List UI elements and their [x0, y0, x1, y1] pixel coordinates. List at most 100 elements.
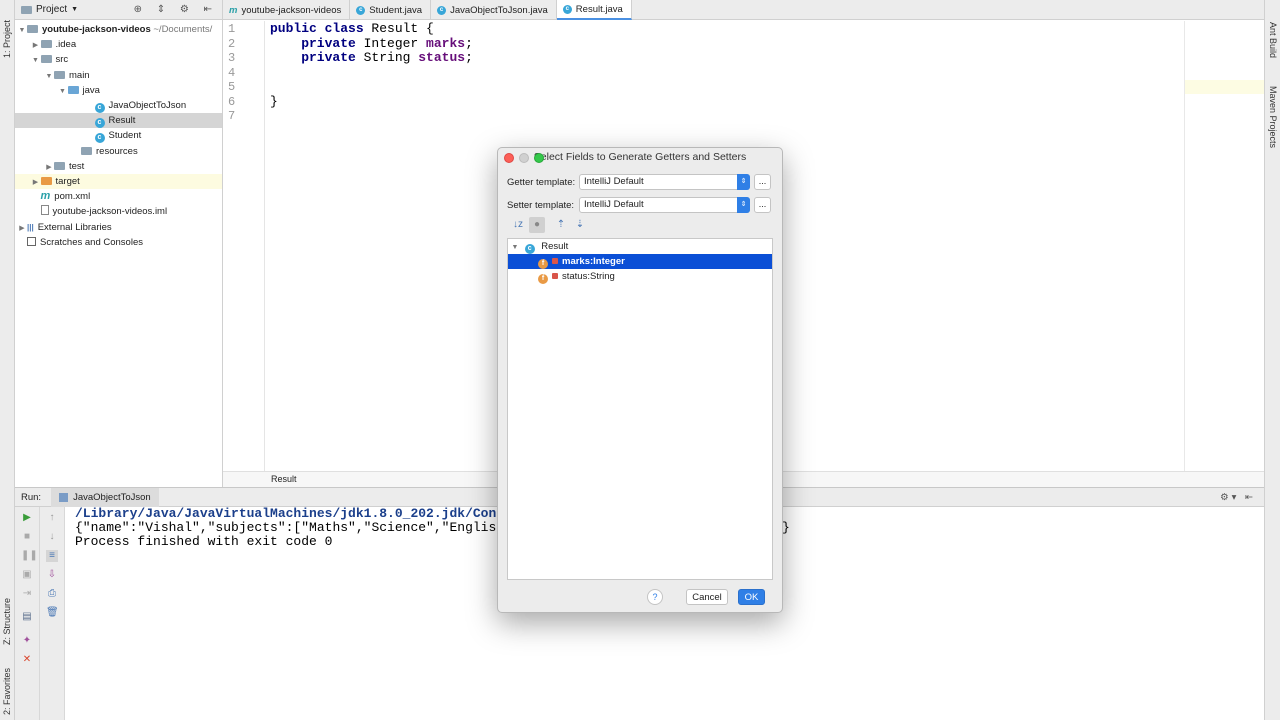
project-tree-item[interactable]: ▶ test — [15, 159, 222, 174]
chevron-right-icon[interactable]: ▶ — [31, 38, 41, 53]
chevron-updown-icon: ⇕ — [737, 197, 750, 213]
console-line-tail: } — [782, 520, 790, 535]
restore-layout-icon[interactable]: ⇥ — [21, 588, 33, 600]
scroll-to-end-icon[interactable]: ⇩ — [46, 569, 58, 581]
folder-icon — [40, 177, 52, 185]
project-tree-item[interactable]: c Student — [15, 128, 222, 144]
left-tool-stripe: 1: Project Z: Structure 2: Favorites — [0, 0, 15, 720]
tree-item-path: ~/Documents/ — [150, 24, 213, 35]
pause-icon[interactable]: ❚❚ — [21, 550, 38, 562]
chevron-down-icon[interactable]: ▼ — [510, 240, 520, 255]
ant-build-tool-button[interactable]: Ant Build — [1268, 22, 1278, 58]
run-config-tab[interactable]: JavaObjectToJson — [51, 487, 159, 507]
maven-icon: m — [40, 190, 51, 203]
breadcrumb-item[interactable]: Result — [271, 474, 297, 484]
getter-template-more-button[interactable]: ... — [754, 174, 771, 190]
editor-tab[interactable]: c Result.java — [556, 0, 632, 20]
chevron-right-icon[interactable]: ▶ — [17, 221, 27, 236]
tab-label: JavaObjectToJson.java — [450, 4, 548, 16]
project-tree-item[interactable]: Scratches and Consoles — [15, 235, 222, 250]
sort-alpha-icon[interactable]: ↓z — [510, 217, 526, 233]
code-line: } — [270, 93, 278, 109]
structure-tool-button[interactable]: Z: Structure — [2, 585, 12, 645]
field-icon: f — [538, 274, 548, 284]
project-tree-item[interactable]: ▼ main — [15, 68, 222, 83]
line-number: 3 — [228, 51, 236, 65]
panel-toolbar-icons[interactable]: ⊕ ⇕ ⚙ ⇤ — [134, 4, 218, 15]
rerun-icon[interactable]: ▶ — [21, 512, 33, 524]
help-button[interactable]: ? — [647, 589, 663, 605]
private-lock-icon — [552, 258, 558, 264]
zoom-window-button[interactable] — [534, 153, 544, 163]
project-tree-item[interactable]: ▼ java — [15, 83, 222, 98]
stop-icon[interactable]: ■ — [21, 531, 33, 543]
gear-icon[interactable]: ⚙▾ ⇤ — [1220, 492, 1256, 503]
minimize-window-button[interactable] — [519, 153, 529, 163]
soft-wrap-icon[interactable]: ≡ — [46, 550, 58, 562]
editor-tab[interactable]: m youtube-jackson-videos — [223, 0, 351, 20]
project-tree-item[interactable]: ▶ .idea — [15, 37, 222, 52]
maven-projects-tool-button[interactable]: Maven Projects — [1268, 86, 1278, 148]
arrow-down-icon[interactable]: ↓ — [46, 531, 58, 543]
editor-tab[interactable]: c Student.java — [350, 0, 432, 20]
expand-all-icon[interactable]: ⇡ — [553, 217, 569, 233]
project-tree-item[interactable]: ▼ src — [15, 52, 222, 67]
ok-button[interactable]: OK — [738, 589, 765, 605]
project-view-selector[interactable]: Project — [36, 4, 67, 15]
folder-icon — [40, 55, 52, 64]
chevron-down-icon[interactable]: ▼ — [44, 69, 54, 84]
trash-icon[interactable]: 🗑 — [46, 607, 59, 619]
editor-tab[interactable]: c JavaObjectToJson.java — [431, 0, 557, 20]
chevron-down-icon[interactable]: ▼ — [71, 6, 78, 13]
setter-template-value: IntelliJ Default — [584, 199, 644, 210]
class-icon: c — [524, 244, 535, 254]
field-row-marks[interactable]: f marks:Integer — [508, 254, 772, 269]
class-icon: c — [437, 5, 447, 15]
project-tree-item[interactable]: c JavaObjectToJson — [15, 98, 222, 113]
chevron-down-icon[interactable]: ▼ — [17, 23, 27, 38]
code-line: public class Result { — [270, 21, 434, 36]
collapse-all-icon[interactable]: ⇣ — [572, 217, 588, 233]
tree-item-label: java — [82, 84, 100, 96]
setter-template-more-button[interactable]: ... — [754, 197, 771, 213]
arrow-up-icon[interactable]: ↑ — [46, 512, 58, 524]
getter-template-select[interactable]: IntelliJ Default ⇕ — [579, 174, 750, 190]
project-tree-item[interactable]: ▶ target — [15, 174, 222, 189]
project-tree-item[interactable]: m pom.xml — [15, 189, 222, 204]
code-line: private String status; — [270, 50, 473, 65]
run-toolbar-primary: ▶ ■ ❚❚ ▣ ⇥ ▤ ✦ ✕ — [15, 507, 40, 720]
chevron-down-icon[interactable]: ▼ — [58, 84, 68, 99]
pin-icon[interactable]: ✦ — [21, 635, 33, 647]
getter-template-label: Getter template: — [507, 177, 576, 188]
chevron-right-icon[interactable]: ▶ — [44, 160, 54, 175]
project-tree-item[interactable]: resources — [15, 144, 222, 159]
field-row-status[interactable]: f status:String — [508, 269, 772, 284]
tree-item-label: main — [69, 69, 90, 81]
field-label: status:String — [562, 271, 615, 282]
setter-template-select[interactable]: IntelliJ Default ⇕ — [579, 197, 750, 213]
run-config-icon — [59, 492, 69, 502]
print-icon[interactable]: ⎙ — [46, 588, 58, 600]
chevron-right-icon[interactable]: ▶ — [31, 175, 41, 190]
project-tree-item[interactable]: ▼ youtube-jackson-videos ~/Documents/ — [15, 22, 222, 37]
cancel-button[interactable]: Cancel — [686, 589, 728, 605]
project-tree-item[interactable]: ▶ ||| External Libraries — [15, 220, 222, 235]
show-inherited-icon[interactable]: ● — [529, 217, 545, 233]
tree-class-node[interactable]: ▼ c Result — [508, 239, 772, 254]
class-icon: c — [94, 133, 105, 144]
dump-threads-icon[interactable]: ▣ — [21, 569, 33, 581]
chevron-updown-icon: ⇕ — [737, 174, 750, 190]
layout-icon[interactable]: ▤ — [21, 611, 33, 623]
close-window-button[interactable] — [504, 153, 514, 163]
project-tree-item[interactable]: c Result — [15, 113, 222, 129]
project-tool-button[interactable]: 1: Project — [2, 8, 12, 58]
close-icon[interactable]: ✕ — [21, 654, 33, 666]
project-tree-item[interactable]: youtube-jackson-videos.iml — [15, 204, 222, 219]
tree-item-label: Student — [108, 130, 142, 142]
project-icon — [21, 5, 32, 14]
favorites-tool-button[interactable]: 2: Favorites — [2, 655, 12, 715]
chevron-down-icon[interactable]: ▼ — [31, 53, 41, 68]
tree-item-label: Result — [108, 115, 136, 127]
console-line: /Library/Java/JavaVirtualMachines/jdk1.8… — [75, 506, 512, 521]
folder-icon — [27, 25, 38, 33]
